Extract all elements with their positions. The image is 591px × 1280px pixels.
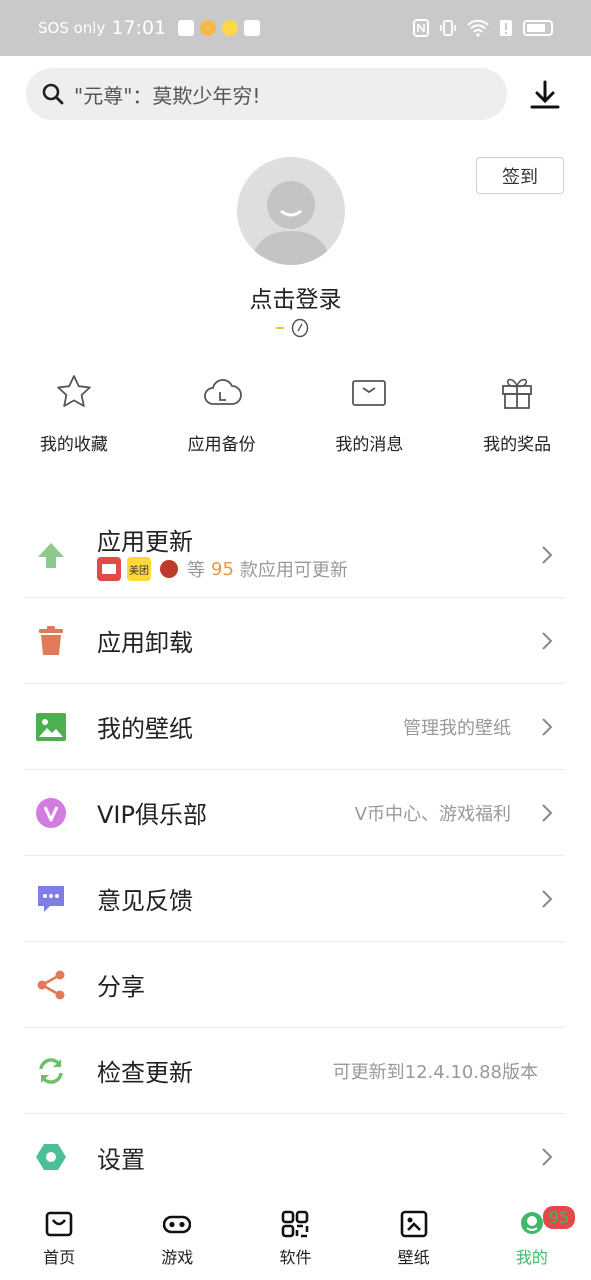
menu-my-wallpaper[interactable]: 我的壁纸 管理我的壁纸 xyxy=(24,684,565,770)
menu-title: 分享 xyxy=(97,973,145,1001)
default-avatar-icon xyxy=(251,181,331,265)
cloud-icon xyxy=(203,379,242,405)
clock: 17:01 xyxy=(111,17,167,39)
tab-wallpaper[interactable]: 壁纸 xyxy=(355,1198,473,1280)
menu-title: VIP俱乐部 xyxy=(97,801,207,829)
chevron-right-icon xyxy=(542,889,553,908)
gamepad-icon xyxy=(163,1215,192,1234)
tab-label: 游戏 xyxy=(161,1248,194,1267)
status-bar: SOS only 17:01 xyxy=(0,0,591,56)
game-app-icon xyxy=(157,557,181,581)
vibrate-icon xyxy=(440,20,456,36)
quick-favorites[interactable]: 我的收藏 xyxy=(0,372,148,455)
vip-icon xyxy=(36,797,66,828)
tab-home[interactable]: 首页 xyxy=(0,1198,118,1280)
battery-icon xyxy=(523,20,553,36)
download-icon[interactable] xyxy=(528,78,562,112)
share-icon xyxy=(36,970,66,1000)
chat-bubble-icon xyxy=(36,884,66,914)
arrow-up-icon xyxy=(36,540,66,570)
update-suffix: 款应用可更新 xyxy=(239,560,348,581)
quick-label: 我的收藏 xyxy=(39,435,108,455)
level-indicator xyxy=(276,318,310,338)
settings-hexagon-icon xyxy=(36,1142,66,1172)
quick-backup[interactable]: 应用备份 xyxy=(148,372,296,455)
menu-share[interactable]: 分享 xyxy=(24,942,565,1028)
alert-icon xyxy=(500,20,512,36)
notification-mail-icon xyxy=(178,20,195,36)
wifi-icon xyxy=(467,19,489,37)
menu-title: 我的壁纸 xyxy=(97,715,193,743)
update-prefix: 等 xyxy=(187,560,205,581)
tab-label: 首页 xyxy=(43,1248,76,1267)
update-count: 95 xyxy=(211,558,234,580)
app-thumb-icon xyxy=(97,557,121,581)
bottom-tab-bar: 首页 游戏 软件 壁纸 我的 95 xyxy=(0,1198,591,1280)
star-icon xyxy=(57,375,91,407)
tab-software[interactable]: 软件 xyxy=(236,1198,354,1280)
checkin-button[interactable]: 签到 xyxy=(476,157,564,194)
notification-emoji-icon xyxy=(222,20,239,36)
wallpaper-icon xyxy=(400,1210,427,1238)
notification-badge: 95 xyxy=(542,1206,576,1229)
level-bar xyxy=(276,327,284,329)
menu-app-update[interactable]: 应用更新 美团 等 95 款应用可更新 xyxy=(24,512,565,598)
menu-hint: V币中心、游戏福利 xyxy=(354,803,511,825)
meituan-app-icon: 美团 xyxy=(127,557,151,581)
tab-label: 我的 xyxy=(515,1248,548,1267)
tab-label: 软件 xyxy=(279,1248,312,1267)
vcoin-icon xyxy=(291,318,309,338)
quick-label: 我的奖品 xyxy=(483,435,552,455)
menu-hint: 可更新到12.4.10.88版本 xyxy=(332,1061,538,1083)
chevron-right-icon xyxy=(542,803,553,822)
menu-list: 应用更新 美团 等 95 款应用可更新 应用卸载 我的壁纸 管理我的壁纸 VIP… xyxy=(24,512,565,1200)
menu-title: 意见反馈 xyxy=(97,887,193,915)
menu-title: 应用卸载 xyxy=(97,629,193,657)
update-summary: 美团 等 95 款应用可更新 xyxy=(97,556,348,582)
tab-label: 壁纸 xyxy=(397,1248,430,1267)
tab-mine[interactable]: 我的 95 xyxy=(473,1198,591,1280)
refresh-icon xyxy=(36,1056,66,1086)
search-icon xyxy=(42,83,64,105)
image-icon xyxy=(36,712,66,742)
quick-messages[interactable]: 我的消息 xyxy=(296,372,444,455)
search-hint: "元尊"：莫欺少年穷! xyxy=(74,83,261,108)
trash-icon xyxy=(36,625,66,656)
search-bar[interactable]: "元尊"：莫欺少年穷! xyxy=(26,68,507,120)
profile-icon xyxy=(520,1212,543,1234)
menu-feedback[interactable]: 意见反馈 xyxy=(24,856,565,942)
menu-title: 设置 xyxy=(97,1145,145,1174)
menu-check-update[interactable]: 检查更新 可更新到12.4.10.88版本 xyxy=(24,1028,565,1114)
gift-icon xyxy=(502,378,533,409)
home-icon xyxy=(45,1211,73,1237)
envelope-icon xyxy=(352,380,387,406)
avatar[interactable] xyxy=(237,157,345,265)
chevron-right-icon xyxy=(542,631,553,650)
chevron-right-icon xyxy=(542,717,553,736)
menu-title: 检查更新 xyxy=(97,1059,193,1087)
carrier-text: SOS only xyxy=(38,19,106,37)
nfc-icon xyxy=(413,19,429,37)
notification-app-icon xyxy=(200,20,217,36)
apps-icon xyxy=(282,1210,309,1238)
chevron-right-icon xyxy=(542,1148,553,1166)
menu-title: 应用更新 xyxy=(97,528,193,556)
menu-settings[interactable]: 设置 xyxy=(24,1114,565,1200)
menu-app-uninstall[interactable]: 应用卸载 xyxy=(24,598,565,684)
menu-hint: 管理我的壁纸 xyxy=(403,717,511,739)
menu-vip-club[interactable]: VIP俱乐部 V币中心、游戏福利 xyxy=(24,770,565,856)
chevron-right-icon xyxy=(542,545,553,564)
login-link[interactable]: 点击登录 xyxy=(0,280,591,314)
quick-label: 我的消息 xyxy=(335,435,404,455)
quick-label: 应用备份 xyxy=(187,435,256,455)
tab-games[interactable]: 游戏 xyxy=(118,1198,236,1280)
notification-book-icon xyxy=(244,20,261,36)
quick-prizes[interactable]: 我的奖品 xyxy=(443,372,591,455)
quick-actions: 我的收藏 应用备份 我的消息 我的奖品 xyxy=(0,372,591,455)
